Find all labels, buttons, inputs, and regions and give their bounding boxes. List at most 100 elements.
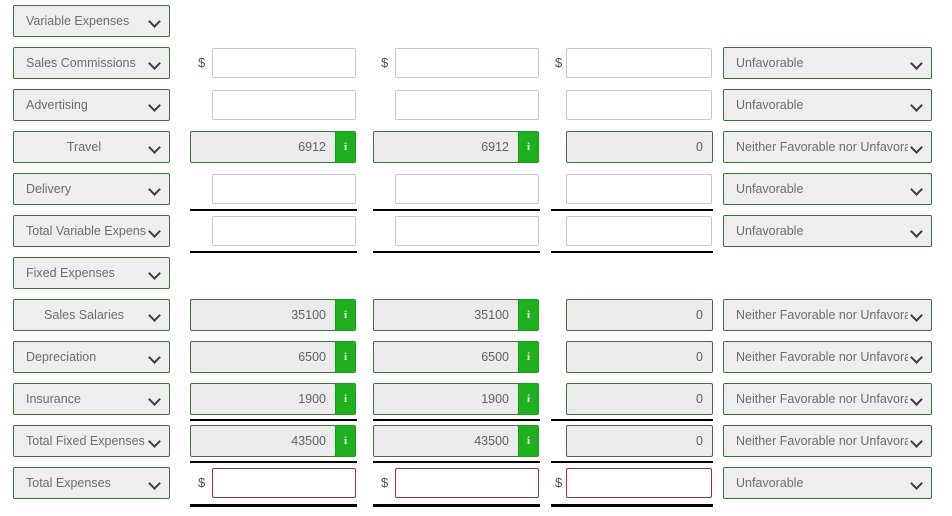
account-select-insurance[interactable]: Insurance <box>13 383 170 415</box>
amount-input-col2-advertising[interactable] <box>395 90 539 120</box>
info-icon[interactable]: i <box>518 341 539 373</box>
info-icon[interactable]: i <box>518 425 539 457</box>
chevron-down-icon <box>912 184 923 195</box>
account-select-sales-salaries[interactable]: Sales Salaries <box>13 299 170 331</box>
expense-variance-worksheet: Variable Expenses Sales Commissions $ $ $ Unf… <box>0 0 952 516</box>
amount-input-col1-advertising[interactable] <box>212 90 356 120</box>
account-select-total-variable-expenses[interactable]: Total Variable Expenses <box>13 215 170 247</box>
amount-input-col3-advertising[interactable] <box>566 90 712 120</box>
currency-symbol: $ <box>555 475 563 490</box>
chevron-down-icon <box>912 100 923 111</box>
worksheet-row: Sales Salaries 35100 i 35100 i 0 Neither Favor… <box>0 294 952 336</box>
account-select-label: Travel <box>66 140 102 154</box>
account-select-label: Fixed Expenses <box>26 266 115 280</box>
amount-input-col1-sales-commissions[interactable] <box>212 48 356 78</box>
worksheet-row: Sales Commissions $ $ $ Unfavorable <box>0 42 952 84</box>
section-divider <box>190 419 357 421</box>
info-icon[interactable]: i <box>335 299 356 331</box>
info-icon[interactable]: i <box>335 341 356 373</box>
amount-input-col3-total-variable-expenses[interactable] <box>566 216 712 246</box>
variance-select-total-expenses[interactable]: Unfavorable <box>723 467 932 499</box>
variance-select-label: Unfavorable <box>736 98 804 112</box>
section-divider <box>373 461 540 463</box>
amount-cell-col3: 0 <box>551 420 713 462</box>
info-icon[interactable]: i <box>335 425 356 457</box>
account-select-variable-expenses[interactable]: Variable Expenses <box>13 5 170 37</box>
account-select-total-expenses[interactable]: Total Expenses <box>13 467 170 499</box>
variance-select-depreciation[interactable]: Neither Favorable nor Unfavorable <box>723 341 932 373</box>
amount-input-col3-sales-commissions[interactable] <box>566 48 712 78</box>
section-divider <box>373 504 540 507</box>
account-select-sales-commissions[interactable]: Sales Commissions <box>13 47 170 79</box>
currency-symbol: $ <box>381 475 389 490</box>
chevron-down-icon <box>150 226 161 237</box>
amount-input-col2-sales-commissions[interactable] <box>395 48 539 78</box>
amount-cell-col1 <box>190 210 357 252</box>
chevron-down-icon <box>150 16 161 27</box>
info-icon[interactable]: i <box>518 299 539 331</box>
amount-input-col1-delivery[interactable] <box>212 174 356 204</box>
amount-cell-col1: $ <box>190 42 357 84</box>
amount-readonly-col3-total-fixed-expenses: 0 <box>566 425 713 457</box>
variance-select-insurance[interactable]: Neither Favorable nor Unfavorable <box>723 383 932 415</box>
variance-select-label: Neither Favorable nor Unfavorable <box>736 434 908 448</box>
variance-select-travel[interactable]: Neither Favorable nor Unfavorable <box>723 131 932 163</box>
amount-cell-col3: 0 <box>551 294 713 336</box>
amount-readonly-col2-total-fixed-expenses: 43500 <box>373 425 519 457</box>
account-select-label: Delivery <box>26 182 72 196</box>
amount-cell-col3: 0 <box>551 336 713 378</box>
worksheet-row: Variable Expenses <box>0 0 952 42</box>
amount-input-col2-delivery[interactable] <box>395 174 539 204</box>
chevron-down-icon <box>150 394 161 405</box>
section-divider <box>190 461 357 463</box>
section-divider <box>551 209 713 211</box>
amount-input-col2-total-expenses[interactable] <box>395 468 539 498</box>
info-icon[interactable]: i <box>335 383 356 415</box>
variance-select-advertising[interactable]: Unfavorable <box>723 89 932 121</box>
amount-cell-col3: $ <box>551 462 713 504</box>
info-icon[interactable]: i <box>335 131 356 163</box>
account-select-label: Total Variable Expenses <box>26 224 146 238</box>
account-select-travel[interactable]: Travel <box>13 131 170 163</box>
account-select-label: Total Expenses <box>26 476 111 490</box>
worksheet-row: Total Expenses $ $ $ Unfavorable <box>0 462 952 504</box>
section-divider <box>551 461 713 463</box>
worksheet-row: Insurance 1900 i 1900 i 0 Neither Favorable no… <box>0 378 952 420</box>
chevron-down-icon <box>150 310 161 321</box>
chevron-down-icon <box>150 268 161 279</box>
variance-select-label: Unfavorable <box>736 476 804 490</box>
variance-select-sales-salaries[interactable]: Neither Favorable nor Unfavorable <box>723 299 932 331</box>
amount-input-col1-total-variable-expenses[interactable] <box>212 216 356 246</box>
worksheet-row: Fixed Expenses <box>0 252 952 294</box>
account-select-advertising[interactable]: Advertising <box>13 89 170 121</box>
amount-readonly-col1-insurance: 1900 <box>190 383 336 415</box>
amount-input-col3-total-expenses[interactable] <box>566 468 712 498</box>
worksheet-row: Total Variable Expenses Unfavorable <box>0 210 952 252</box>
chevron-down-icon <box>150 478 161 489</box>
amount-cell-col2 <box>373 210 540 252</box>
account-select-label: Depreciation <box>26 350 97 364</box>
amount-cell-col2: 6500 i <box>373 336 540 378</box>
amount-cell-col1: 1900 i <box>190 378 357 420</box>
account-select-delivery[interactable]: Delivery <box>13 173 170 205</box>
variance-select-delivery[interactable]: Unfavorable <box>723 173 932 205</box>
info-icon[interactable]: i <box>518 383 539 415</box>
section-divider <box>373 251 540 253</box>
account-select-total-fixed-expenses[interactable]: Total Fixed Expenses <box>13 425 170 457</box>
variance-select-sales-commissions[interactable]: Unfavorable <box>723 47 932 79</box>
info-icon[interactable]: i <box>518 131 539 163</box>
chevron-down-icon <box>912 394 923 405</box>
amount-cell-col3 <box>551 210 713 252</box>
chevron-down-icon <box>912 478 923 489</box>
amount-input-col2-total-variable-expenses[interactable] <box>395 216 539 246</box>
amount-input-col3-delivery[interactable] <box>566 174 712 204</box>
worksheet-row: Depreciation 6500 i 6500 i 0 Neither Favorable… <box>0 336 952 378</box>
amount-cell-col2: $ <box>373 462 540 504</box>
chevron-down-icon <box>150 436 161 447</box>
amount-input-col1-total-expenses[interactable] <box>212 468 356 498</box>
variance-select-total-fixed-expenses[interactable]: Neither Favorable nor Unfavorable <box>723 425 932 457</box>
variance-select-label: Neither Favorable nor Unfavorable <box>736 350 908 364</box>
account-select-fixed-expenses[interactable]: Fixed Expenses <box>13 257 170 289</box>
variance-select-total-variable-expenses[interactable]: Unfavorable <box>723 215 932 247</box>
account-select-depreciation[interactable]: Depreciation <box>13 341 170 373</box>
